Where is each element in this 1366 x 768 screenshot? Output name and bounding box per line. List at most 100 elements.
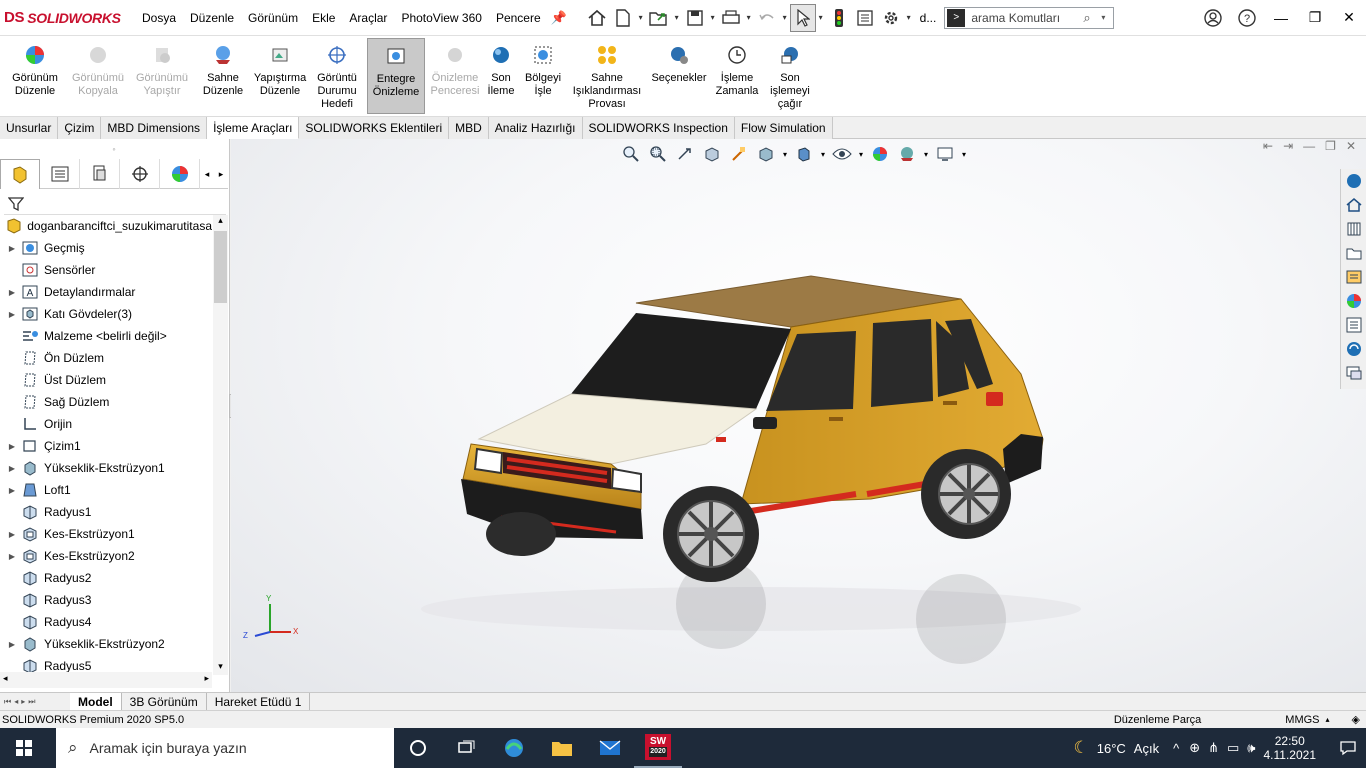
menu-dosya[interactable]: Dosya <box>135 0 183 36</box>
weather-temp[interactable]: 16°C <box>1097 741 1126 756</box>
pin-icon[interactable]: 📌 <box>548 0 570 36</box>
network-icon[interactable]: ⋔ <box>1208 740 1219 756</box>
tab-mbd[interactable]: MBD <box>449 117 489 139</box>
minimize-icon[interactable]: — <box>1264 0 1298 36</box>
tree-item[interactable]: ▶ Katı Gövdeler(3) <box>0 303 212 325</box>
panel-tab-right-arrow-icon[interactable]: ▸ <box>214 159 228 189</box>
tray-expand-icon[interactable]: ^ <box>1173 741 1179 756</box>
tree-item[interactable]: ▶ Kes-Ekstrüzyon2 <box>0 545 212 567</box>
scroll-left-icon[interactable]: ◂ <box>3 673 8 684</box>
select-dropdown-icon[interactable]: ▾ <box>816 13 826 22</box>
expand-arrow-icon[interactable]: ▶ <box>0 552 20 561</box>
expand-arrow-icon[interactable]: ▶ <box>0 288 20 297</box>
close-icon[interactable]: ✕ <box>1332 0 1366 36</box>
tree-item[interactable]: ▶ Loft1 <box>0 479 212 501</box>
tree-horizontal-scrollbar[interactable]: ◂ ▸ <box>0 672 212 688</box>
final-render-button[interactable]: Son İleme <box>484 38 518 114</box>
paste-appearance-button[interactable]: Görünümü Yapıştır <box>130 38 194 114</box>
status-tag-icon[interactable]: ◈ <box>1352 713 1360 726</box>
tree-item[interactable]: Sağ Düzlem <box>0 391 212 413</box>
tree-item[interactable]: Radyus1 <box>0 501 212 523</box>
windows-start-icon[interactable] <box>0 728 48 768</box>
home-icon[interactable] <box>584 4 610 32</box>
menu-araclar[interactable]: Araçlar <box>342 0 394 36</box>
property-list-icon[interactable] <box>1341 313 1366 337</box>
open-icon[interactable] <box>646 4 672 32</box>
print-icon[interactable] <box>718 4 744 32</box>
menu-photoview[interactable]: PhotoView 360 <box>394 0 489 36</box>
undo-icon[interactable] <box>754 4 780 32</box>
next-tab-icon[interactable]: ▸ <box>21 697 25 706</box>
weather-condition[interactable]: Açık <box>1134 741 1159 756</box>
prev-tab-icon[interactable]: ◂ <box>14 697 18 706</box>
mail-icon[interactable] <box>586 728 634 768</box>
panel-splitter-handle[interactable]: ◦ <box>0 139 228 159</box>
solidworks-resources-icon[interactable] <box>1341 169 1366 193</box>
solidworks-taskbar-icon[interactable]: SW 2020 <box>634 728 682 768</box>
tab-unsurlar[interactable]: Unsurlar <box>0 117 59 139</box>
new-dropdown-icon[interactable]: ▾ <box>636 13 646 22</box>
menu-gorunum[interactable]: Görünüm <box>241 0 305 36</box>
car-model[interactable] <box>231 139 1366 692</box>
scroll-up-icon[interactable]: ▴ <box>213 215 228 229</box>
units-dropdown-icon[interactable]: ▴ <box>1326 715 1330 724</box>
scroll-right-icon[interactable]: ▸ <box>204 673 209 684</box>
new-document-icon[interactable] <box>610 4 636 32</box>
scrollbar-thumb[interactable] <box>214 231 227 303</box>
command-search-input[interactable]: arama Komutları <box>967 11 1083 25</box>
edit-appearance-button[interactable]: Görünüm Düzenle <box>4 38 66 114</box>
open-dropdown-icon[interactable]: ▾ <box>672 13 682 22</box>
tree-item[interactable]: Radyus4 <box>0 611 212 633</box>
panel-tab-left-arrow-icon[interactable]: ◂ <box>200 159 214 189</box>
solidworks-logo[interactable]: DS SOLIDWORKS <box>0 9 135 26</box>
tree-item[interactable]: Radyus2 <box>0 567 212 589</box>
tab-mbd-dimensions[interactable]: MBD Dimensions <box>101 117 208 139</box>
expand-arrow-icon[interactable]: ▶ <box>0 244 20 253</box>
tree-item[interactable]: ▶ Yükseklik-Ekstrüzyon1 <box>0 457 212 479</box>
property-manager-tab-icon[interactable] <box>40 159 80 189</box>
taskbar-search-input[interactable]: Aramak için buraya yazın <box>90 740 247 756</box>
recall-last-render-button[interactable]: Son işlemeyi çağır <box>766 38 814 114</box>
first-tab-icon[interactable]: ⏮ <box>4 697 11 707</box>
file-properties-icon[interactable] <box>852 4 878 32</box>
notification-center-icon[interactable] <box>1330 728 1366 768</box>
tab-solidworks-eklentileri[interactable]: SOLIDWORKS Eklentileri <box>299 117 450 139</box>
save-icon[interactable] <box>682 4 708 32</box>
search-dropdown-icon[interactable]: ▾ <box>1101 13 1113 22</box>
scene-illumination-proof-button[interactable]: Sahne Işıklandırması Provası <box>568 38 646 114</box>
weather-moon-icon[interactable]: ☾ <box>1073 738 1088 758</box>
tree-root-item[interactable]: doganbaranciftci_suzukimarutitasa <box>0 215 212 237</box>
task-view-icon[interactable] <box>442 728 490 768</box>
expand-arrow-icon[interactable]: ▶ <box>0 530 20 539</box>
tree-item[interactable]: Malzeme <belirli değil> <box>0 325 212 347</box>
tab-solidworks-inspection[interactable]: SOLIDWORKS Inspection <box>582 117 735 139</box>
tab-motion-study[interactable]: Hareket Etüdü 1 <box>207 693 311 710</box>
file-explorer-taskbar-icon[interactable] <box>538 728 586 768</box>
display-state-target-button[interactable]: Görüntü Durumu Hedefi <box>312 38 362 114</box>
tree-item[interactable]: Sensörler <box>0 259 212 281</box>
tree-item[interactable]: ▶ Kes-Ekstrüzyon1 <box>0 523 212 545</box>
cortana-icon[interactable] <box>394 728 442 768</box>
task-pane-chat-icon[interactable] <box>1341 361 1366 385</box>
options-button[interactable]: Seçenekler <box>648 38 710 114</box>
print-dropdown-icon[interactable]: ▾ <box>744 13 754 22</box>
display-manager-tab-icon[interactable] <box>160 159 200 189</box>
dimxpert-tab-icon[interactable] <box>120 159 160 189</box>
options-gear-icon[interactable] <box>878 4 904 32</box>
volume-icon[interactable]: 🕪 <box>1247 740 1255 756</box>
menu-duzenle[interactable]: Düzenle <box>183 0 241 36</box>
tab-flow-simulation[interactable]: Flow Simulation <box>734 117 833 139</box>
integrated-preview-button[interactable]: Entegre Önizleme <box>367 38 425 114</box>
edit-scene-button[interactable]: Sahne Düzenle <box>196 38 250 114</box>
view-palette-icon[interactable] <box>1341 241 1366 265</box>
tab-analiz-hazirligi[interactable]: Analiz Hazırlığı <box>488 117 583 139</box>
tree-item[interactable]: Radyus3 <box>0 589 212 611</box>
render-region-button[interactable]: Bölgeyi İşle <box>522 38 564 114</box>
expand-arrow-icon[interactable]: ▶ <box>0 310 20 319</box>
taskbar-search[interactable]: ⌕ Aramak için buraya yazın <box>56 728 394 768</box>
options-dropdown-icon[interactable]: ▾ <box>904 13 914 22</box>
file-explorer-icon[interactable] <box>1341 217 1366 241</box>
tree-item[interactable]: ▶ Çizim1 <box>0 435 212 457</box>
feature-manager-tab-icon[interactable] <box>0 159 40 189</box>
preview-window-button[interactable]: Önizleme Penceresi <box>428 38 482 114</box>
